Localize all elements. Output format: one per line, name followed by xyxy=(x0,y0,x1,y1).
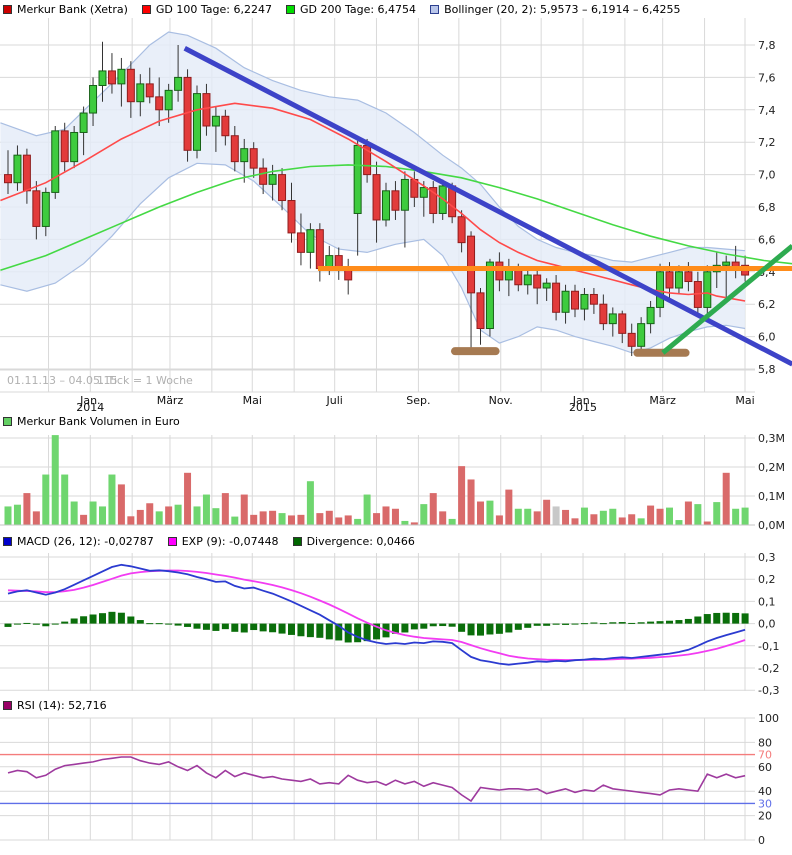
legend-item: Merkur Bank Volumen in Euro xyxy=(3,415,180,428)
rsi-chart: 100 807060 403020 0 xyxy=(0,714,779,847)
svg-text:6,2: 6,2 xyxy=(758,298,776,311)
svg-text:0,3: 0,3 xyxy=(758,551,776,564)
price-axis-labels: 7,87,67,47,27,06,86,66,46,26,05,8 xyxy=(758,39,776,376)
svg-text:7,4: 7,4 xyxy=(758,104,776,117)
legend-color-swatch-icon xyxy=(3,537,12,546)
legend-item: Merkur Bank (Xetra) xyxy=(3,3,128,16)
legend-item: EXP (9): -0,07448 xyxy=(167,535,279,548)
legend-label: GD 200 Tage: 6,4754 xyxy=(299,2,417,16)
svg-text:6,0: 6,0 xyxy=(758,331,776,344)
svg-text:0: 0 xyxy=(758,834,765,847)
legend-label: Merkur Bank Volumen in Euro xyxy=(17,415,180,428)
svg-text:-0,3: -0,3 xyxy=(758,684,779,696)
range-info: 01.11.13 – 04.05.151 Tick = 1 Woche xyxy=(7,374,193,387)
svg-text:Mai: Mai xyxy=(243,394,262,407)
svg-text:0,2M: 0,2M xyxy=(758,461,785,474)
svg-text:Sep.: Sep. xyxy=(406,394,430,407)
volume-axis-labels: 0,3M 0,2M 0,1M 0,0M xyxy=(758,432,785,532)
svg-text:70: 70 xyxy=(758,749,772,762)
legend-color-swatch-icon xyxy=(3,417,12,426)
svg-text:6,8: 6,8 xyxy=(758,201,776,214)
legend-label: GD 100 Tage: 6,2247 xyxy=(155,2,272,16)
svg-text:40: 40 xyxy=(758,785,772,798)
legend-color-swatch-icon xyxy=(167,537,177,546)
svg-text:Juli: Juli xyxy=(326,394,343,407)
macd-axis-labels: 0,3 0,2 0,1 0,0 -0,1 -0,2 -0,3 xyxy=(758,551,779,696)
legend-color-swatch-icon xyxy=(430,4,440,14)
svg-text:0,0M: 0,0M xyxy=(758,519,785,532)
svg-text:Mai: Mai xyxy=(735,394,754,407)
legend-label: Divergence: 0,0466 xyxy=(306,535,415,548)
legend-item: Divergence: 0,0466 xyxy=(292,535,415,548)
svg-text:2014: 2014 xyxy=(76,401,104,412)
svg-text:30: 30 xyxy=(758,797,772,810)
legend-row-rsi: RSI (14): 52,716 xyxy=(0,696,792,714)
legend-row-price: Merkur Bank (Xetra) GD 100 Tage: 6,2247 GD… xyxy=(0,0,792,18)
svg-text:0,3M: 0,3M xyxy=(758,432,785,445)
legend-color-swatch-icon xyxy=(292,537,302,546)
chart-page: Merkur Bank (Xetra) GD 100 Tage: 6,2247 GD… xyxy=(0,0,792,855)
svg-text:0,0: 0,0 xyxy=(758,618,776,631)
svg-text:6,6: 6,6 xyxy=(758,233,776,246)
legend-item: GD 100 Tage: 6,2247 xyxy=(141,2,272,16)
legend-row-volume: Merkur Bank Volumen in Euro xyxy=(0,412,792,431)
svg-text:1 Tick = 1 Woche: 1 Tick = 1 Woche xyxy=(97,374,193,387)
svg-text:7,8: 7,8 xyxy=(758,39,776,52)
legend-label: MACD (26, 12): -0,02787 xyxy=(17,535,154,548)
legend-color-swatch-icon xyxy=(141,4,151,14)
svg-text:7,2: 7,2 xyxy=(758,136,776,149)
legend-color-swatch-icon xyxy=(3,4,12,14)
svg-text:Nov.: Nov. xyxy=(489,394,513,407)
legend-label: RSI (14): 52,716 xyxy=(17,698,107,712)
price-candlestick-chart: 7,87,67,47,27,06,86,66,46,26,05,801.11.1… xyxy=(0,18,792,412)
legend-label: EXP (9): -0,07448 xyxy=(181,535,279,548)
svg-text:7,6: 7,6 xyxy=(758,71,776,84)
legend-label: Merkur Bank (Xetra) xyxy=(17,2,128,16)
rsi-axis-labels: 100 807060 403020 0 xyxy=(758,714,779,847)
svg-text:2015: 2015 xyxy=(569,401,597,412)
macd-chart: 0,3 0,2 0,1 0,0 -0,1 -0,2 -0,3 xyxy=(0,551,779,696)
legend-color-swatch-icon xyxy=(3,700,12,710)
svg-text:-0,2: -0,2 xyxy=(758,662,779,675)
legend-item: Bollinger (20, 2): 5,9573 – 6,1914 – 6,4… xyxy=(430,3,680,16)
svg-text:0,1M: 0,1M xyxy=(758,490,785,503)
svg-text:0,1: 0,1 xyxy=(758,595,776,608)
svg-text:7,0: 7,0 xyxy=(758,169,776,182)
svg-text:100: 100 xyxy=(758,714,779,725)
legend-label: Bollinger (20, 2): 5,9573 – 6,1914 – 6,4… xyxy=(444,2,681,16)
svg-text:20: 20 xyxy=(758,810,772,823)
date-axis-labels: Jan.2014März Mai Juli Sep. Nov. Jan.2015März M… xyxy=(76,394,754,412)
volume-bar-chart: 0,3M 0,2M 0,1M 0,0M xyxy=(0,432,785,532)
svg-text:März: März xyxy=(157,394,184,407)
svg-text:0,2: 0,2 xyxy=(758,573,776,586)
legend-item: MACD (26, 12): -0,02787 xyxy=(3,535,154,548)
svg-text:60: 60 xyxy=(758,761,772,774)
rsi-grid xyxy=(0,717,755,841)
svg-text:80: 80 xyxy=(758,736,772,749)
svg-text:März: März xyxy=(649,394,676,407)
svg-text:-0,1: -0,1 xyxy=(758,640,779,653)
legend-color-swatch-icon xyxy=(285,4,295,14)
legend-item: RSI (14): 52,716 xyxy=(3,699,107,712)
svg-text:5,8: 5,8 xyxy=(758,363,776,376)
legend-row-macd: MACD (26, 12): -0,02787 EXP (9): -0,07448… xyxy=(0,532,792,551)
legend-item: GD 200 Tage: 6,4754 xyxy=(285,2,417,16)
